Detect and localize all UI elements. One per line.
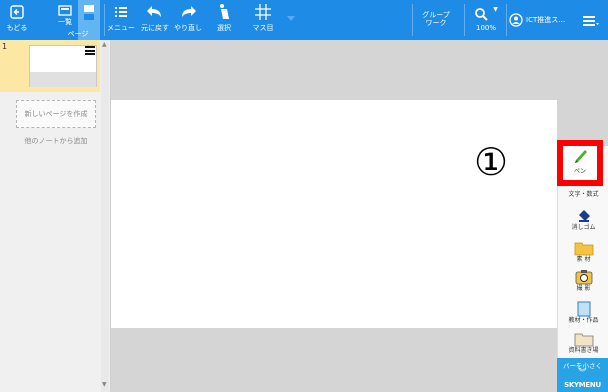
pen-tool-highlight: ペン (557, 140, 603, 186)
note-canvas[interactable] (111, 100, 557, 328)
folder-icon (574, 242, 593, 255)
top-toolbar: もどる 一覧 ページ メニュー 元に戻す やり直し 選択 マス目 グループ ワー… (0, 0, 608, 40)
works-label: 教材・作品 (568, 317, 599, 324)
user-button[interactable]: ICT推進ス… (509, 12, 575, 28)
menu-button[interactable]: メニュー (106, 0, 136, 40)
undo-icon (147, 6, 161, 17)
user-icon (509, 13, 523, 27)
separator (464, 4, 465, 36)
pen-label: ペン (573, 168, 586, 175)
select-button[interactable]: 選択 (212, 0, 236, 40)
text-tool-label: 文字・数式 (568, 191, 599, 198)
menu-label: メニュー (107, 24, 135, 32)
camera-icon (575, 270, 592, 285)
page-options-icon[interactable] (85, 46, 95, 55)
textbook-label: 資料書き場 (568, 347, 599, 354)
redo-button[interactable]: やり直し (172, 0, 204, 40)
separator (506, 4, 507, 36)
scroll-down-icon[interactable]: ▼ (102, 382, 107, 388)
list-label: 一覧 (58, 18, 72, 26)
textbook-tool[interactable]: 資料書き場 (558, 331, 608, 355)
eraser-icon (578, 210, 590, 222)
select-label: 選択 (217, 24, 231, 32)
back-label: もどる (6, 24, 28, 32)
page-sidebar: 1 ▲ ▼ 新しいページを作成 他のノートから追加 (0, 40, 111, 392)
redo-label: やり直し (174, 24, 202, 32)
brand-logo: SKYMENU (564, 381, 601, 389)
text-tool[interactable]: 文字・数式 (558, 191, 608, 199)
add-from-other-note-link[interactable]: 他のノートから追加 (16, 136, 96, 146)
shrink-bar-button[interactable]: バーを小さく ︾ SKYMENU (557, 358, 608, 392)
search-icon (475, 8, 488, 21)
group-work-button[interactable]: グループ ワーク (416, 11, 456, 27)
works-icon (577, 301, 590, 317)
select-icon (220, 4, 229, 19)
back-icon (10, 5, 24, 19)
eraser-label: 消しゴム (571, 224, 596, 231)
chevron-down-icon: ︾ (578, 368, 587, 377)
zoom-button[interactable]: ▼ 100% (468, 6, 504, 32)
zoom-dropdown-icon: ▼ (493, 6, 498, 13)
redo-icon (182, 6, 196, 17)
camera-label: 撮 影 (576, 285, 591, 292)
grid-icon (255, 4, 271, 20)
material-label: 素 材 (576, 256, 591, 263)
zoom-label: 100% (475, 24, 496, 32)
back-button[interactable]: もどる (0, 0, 34, 40)
page-label: ページ (67, 30, 89, 38)
separator (412, 4, 413, 36)
grid-button[interactable]: マス目 (248, 0, 278, 40)
textbook-icon (574, 333, 593, 346)
pen-tool[interactable]: ペン (563, 146, 597, 180)
camera-tool[interactable]: 撮 影 (558, 269, 608, 293)
grid-label: マス目 (252, 24, 274, 32)
hamburger-icon (583, 16, 599, 26)
scroll-up-icon[interactable]: ▲ (102, 42, 107, 48)
page-thumbnail-item[interactable]: 1 (0, 40, 100, 92)
page-icon (84, 5, 94, 20)
sidebar-scrollbar[interactable]: ▲ ▼ (101, 40, 109, 392)
group-work-label-1: グループ (422, 11, 450, 19)
material-tool[interactable]: 素 材 (558, 240, 608, 264)
thumbnail-gray-area (30, 72, 96, 87)
grid-dropdown-icon[interactable] (287, 16, 295, 21)
step-number-annotation: ① (474, 140, 509, 184)
undo-button[interactable]: 元に戻す (140, 0, 170, 40)
undo-label: 元に戻す (141, 24, 169, 32)
group-work-label-2: ワーク (425, 19, 447, 27)
new-page-button[interactable]: 新しいページを作成 (16, 100, 96, 128)
eraser-tool[interactable]: 消しゴム (558, 208, 608, 232)
pen-icon (575, 150, 587, 163)
separator (104, 4, 105, 36)
user-name: ICT推進ス… (526, 16, 566, 24)
main-menu-button[interactable] (582, 13, 600, 27)
menu-icon (115, 7, 127, 17)
works-tool[interactable]: 教材・作品 (558, 301, 608, 325)
page-number: 1 (2, 42, 8, 51)
